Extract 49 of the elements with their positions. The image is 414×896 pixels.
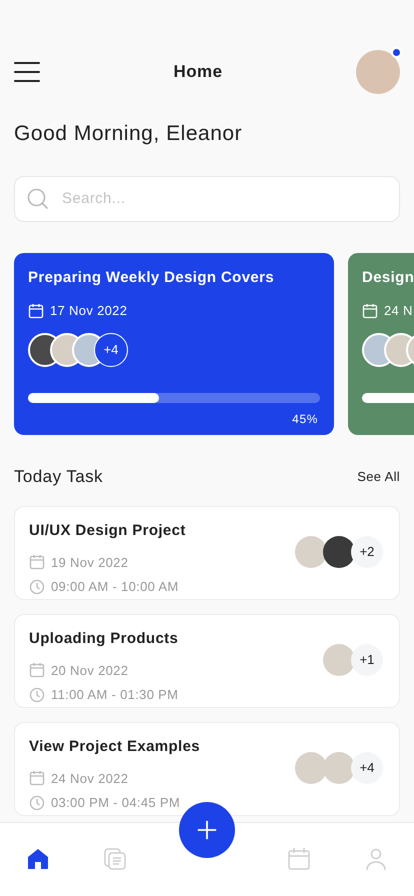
home-tab-icon[interactable] bbox=[26, 847, 50, 871]
task-card[interactable]: Uploading Products 20 Nov 2022 11:00 AM - 01:30 PM +1 bbox=[14, 614, 400, 708]
member-avatar bbox=[323, 752, 355, 784]
more-members-count: +4 bbox=[351, 752, 383, 784]
member-avatar bbox=[295, 536, 327, 568]
task-date: 24 Nov 2022 bbox=[51, 770, 128, 788]
search-field[interactable]: Search... bbox=[14, 176, 400, 222]
clock-icon bbox=[29, 578, 45, 595]
more-members-count: +4 bbox=[94, 332, 128, 366]
greeting-text: Good Morning, Eleanor bbox=[13, 121, 244, 147]
task-time: 09:00 AM - 10:00 AM bbox=[51, 578, 179, 596]
calendar-tab-icon[interactable] bbox=[287, 847, 312, 871]
project-date: 24 N bbox=[384, 302, 413, 320]
search-icon bbox=[26, 186, 50, 210]
documents-tab-icon[interactable] bbox=[102, 847, 127, 871]
more-members-count: +1 bbox=[351, 644, 383, 676]
see-all-link[interactable]: See All bbox=[357, 466, 400, 486]
task-time: 03:00 PM - 04:45 PM bbox=[51, 794, 180, 812]
section-title: Today Task bbox=[14, 466, 103, 488]
profile-tab-icon[interactable] bbox=[364, 847, 388, 871]
member-avatar bbox=[323, 644, 355, 676]
more-members-count: +2 bbox=[351, 536, 383, 568]
task-date: 20 Nov 2022 bbox=[51, 662, 128, 680]
project-title: Preparing Weekly Design Covers bbox=[28, 268, 276, 288]
profile-avatar[interactable] bbox=[356, 50, 400, 94]
member-avatar bbox=[323, 536, 355, 568]
task-card[interactable]: View Project Examples 24 Nov 2022 03:00 PM - 04:45 PM +4 bbox=[14, 722, 400, 816]
page-title: Home bbox=[174, 61, 222, 84]
task-title: UI/UX Design Project bbox=[29, 521, 186, 541]
calendar-icon bbox=[29, 554, 45, 570]
task-time: 11:00 AM - 01:30 PM bbox=[51, 686, 178, 704]
clock-icon bbox=[29, 794, 45, 811]
menu-icon[interactable] bbox=[14, 62, 40, 82]
calendar-icon bbox=[29, 662, 45, 678]
progress-percent: 45% bbox=[292, 410, 319, 428]
task-title: Uploading Products bbox=[29, 629, 178, 649]
project-card[interactable]: Design 24 N bbox=[348, 252, 414, 434]
task-title: View Project Examples bbox=[29, 737, 200, 757]
clock-icon bbox=[29, 686, 45, 703]
task-date: 19 Nov 2022 bbox=[51, 554, 128, 572]
calendar-icon bbox=[362, 302, 378, 319]
project-date: 17 Nov 2022 bbox=[50, 302, 128, 320]
calendar-icon bbox=[28, 302, 44, 319]
project-card[interactable]: Preparing Weekly Design Covers 17 Nov 2022 +4 45% bbox=[14, 252, 334, 434]
member-avatar bbox=[295, 752, 327, 784]
project-title: Design bbox=[362, 268, 414, 288]
plus-icon bbox=[196, 819, 218, 841]
task-card[interactable]: UI/UX Design Project 19 Nov 2022 09:00 AM - 10:00 AM +2 bbox=[14, 506, 400, 600]
calendar-icon bbox=[29, 770, 45, 786]
